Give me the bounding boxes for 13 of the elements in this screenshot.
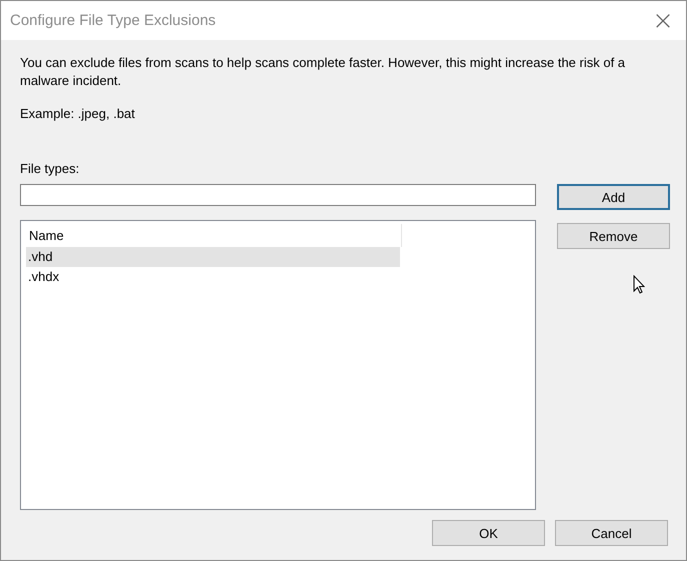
close-button[interactable]: ×	[640, 1, 686, 40]
dialog-button[interactable]: Remove	[557, 223, 670, 249]
cursor-icon	[633, 275, 645, 294]
dialog-button[interactable]: OK	[432, 520, 545, 546]
description-text: You can exclude files from scans to help scans complete faster. However, this might increase the risk of a malware incident.	[20, 54, 626, 90]
dialog-button[interactable]: Cancel	[555, 520, 668, 546]
example-text: Example: .jpeg, .bat	[20, 106, 136, 121]
file-types-field[interactable]	[20, 184, 536, 206]
list-item[interactable]: .vhd	[26, 247, 400, 267]
list-item[interactable]: .vhdx	[26, 267, 400, 287]
field-label: File types:	[20, 161, 80, 176]
dialog-button[interactable]: Add	[557, 184, 670, 210]
window-title: Configure File Type Exclusions	[10, 12, 216, 29]
